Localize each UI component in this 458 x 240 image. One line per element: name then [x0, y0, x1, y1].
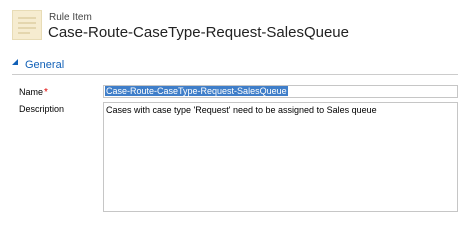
name-label-text: Name	[19, 87, 44, 97]
form-header: Rule Item Case-Route-CaseType-Request-Sa…	[0, 0, 458, 50]
rule-item-icon	[12, 10, 42, 40]
entity-type-label: Rule Item	[49, 12, 92, 23]
name-field-label: Name*	[19, 87, 48, 98]
description-field[interactable]: Cases with case type 'Request' need to b…	[103, 102, 458, 212]
triangle-down-icon[interactable]	[12, 59, 18, 65]
section-divider	[12, 74, 458, 75]
description-field-label: Description	[19, 104, 65, 114]
required-mark: *	[44, 87, 48, 98]
name-field-value: Case-Route-CaseType-Request-SalesQueue	[105, 86, 288, 96]
description-field-value: Cases with case type 'Request' need to b…	[106, 105, 377, 115]
section-header-general[interactable]: General	[8, 57, 458, 73]
name-field[interactable]: Case-Route-CaseType-Request-SalesQueue	[103, 85, 458, 98]
record-title: Case-Route-CaseType-Request-SalesQueue	[48, 24, 349, 41]
section-title: General	[25, 59, 65, 71]
